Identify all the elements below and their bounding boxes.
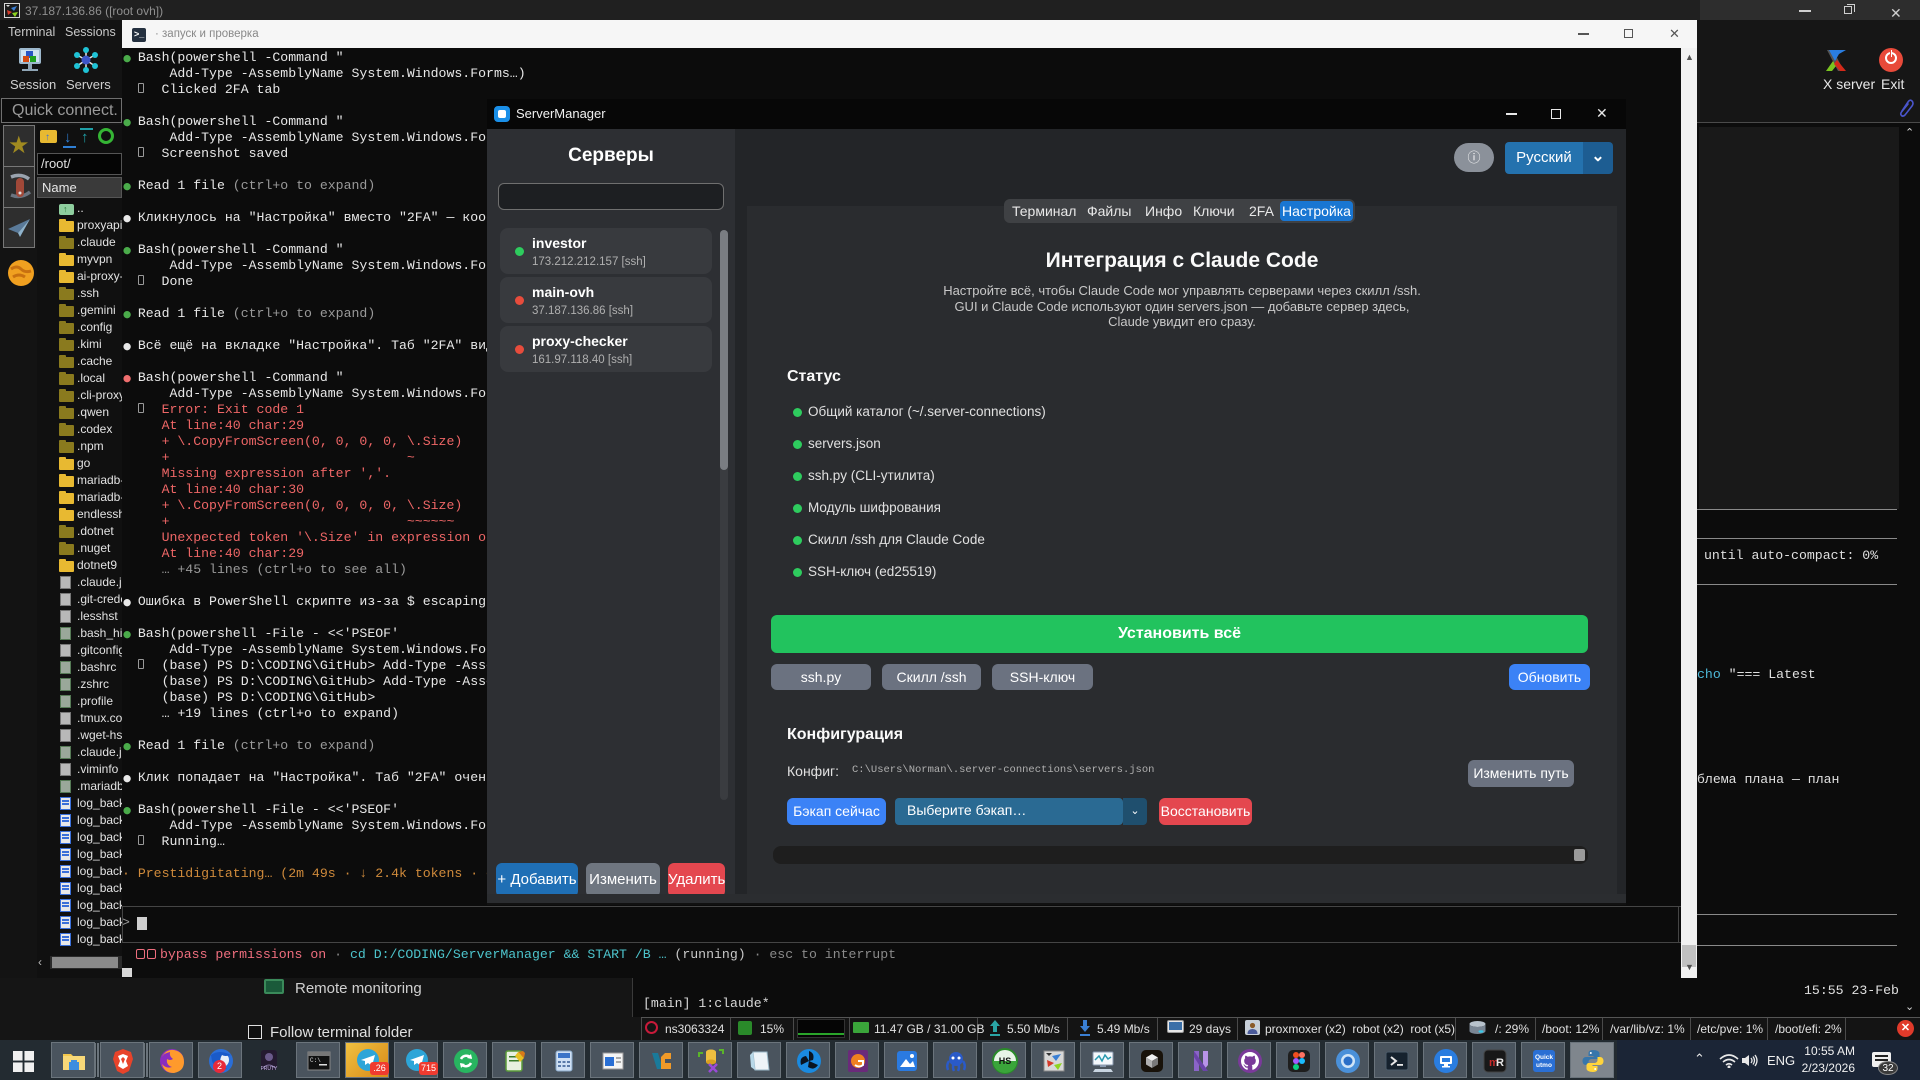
svg-text:HS: HS [999,1056,1012,1066]
svg-text:Quick: Quick [1535,1054,1553,1061]
svg-text:C:\: C:\ [310,1057,321,1064]
svg-text:utmo: utmo [1536,1062,1552,1069]
svg-text:R: R [1496,1057,1504,1069]
svg-text:FRUTY: FRUTY [261,1066,278,1072]
